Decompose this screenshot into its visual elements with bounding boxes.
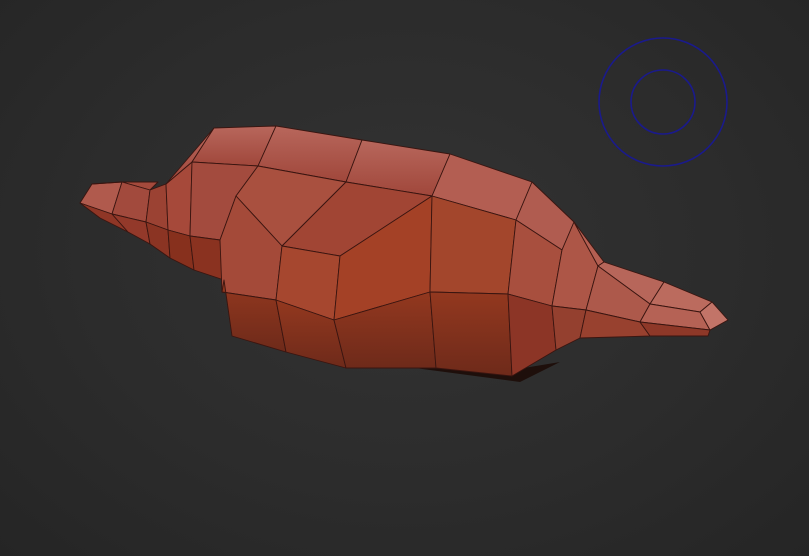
- mesh-face: [429, 291, 513, 377]
- sculpt-mesh[interactable]: [79, 125, 729, 382]
- brush-inner-ring: [630, 69, 696, 135]
- viewport-canvas: [79, 37, 729, 382]
- brush-outer-ring: [598, 37, 728, 167]
- mesh-face: [189, 235, 225, 281]
- mesh-face: [551, 305, 587, 351]
- brush-radius-icon: [598, 37, 728, 167]
- mesh-face: [507, 293, 557, 377]
- sculpt-viewport[interactable]: [0, 0, 809, 556]
